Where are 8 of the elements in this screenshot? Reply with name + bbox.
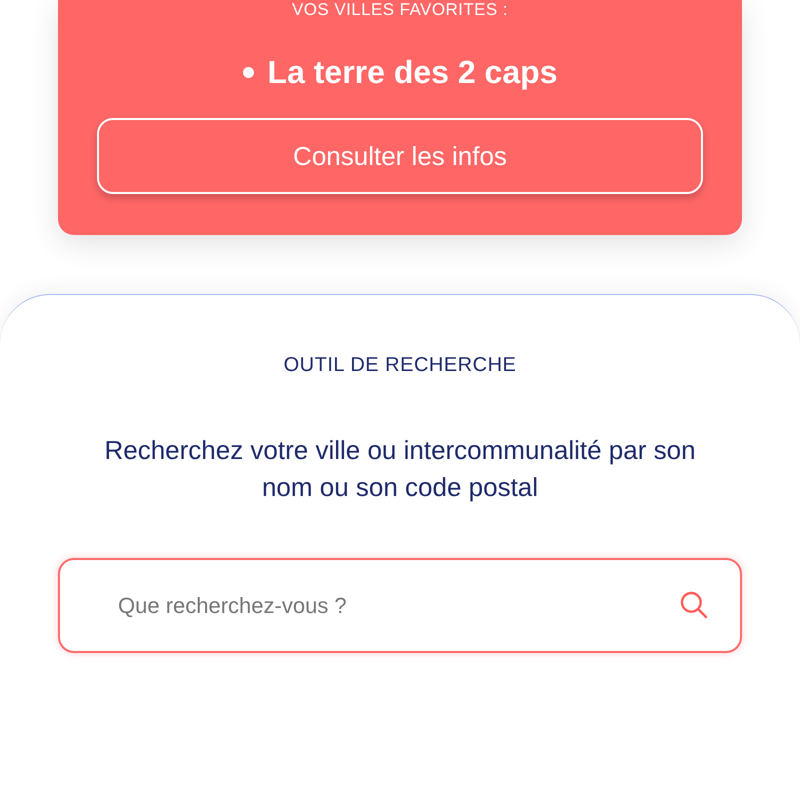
search-field[interactable]: Que recherchez-vous ? [58,558,742,653]
search-description: Recherchez votre ville ou intercommunalité par son nom ou son code postal [103,434,697,504]
consult-button[interactable]: Consulter les infos [97,118,703,194]
search-icon[interactable] [678,589,710,621]
favorite-city: La terre des 2 caps [268,53,558,92]
bullet-icon [242,66,254,78]
search-heading: OUTIL DE RECHERCHE [284,353,516,378]
favorites-label: VOS VILLES FAVORITES : [292,0,508,20]
